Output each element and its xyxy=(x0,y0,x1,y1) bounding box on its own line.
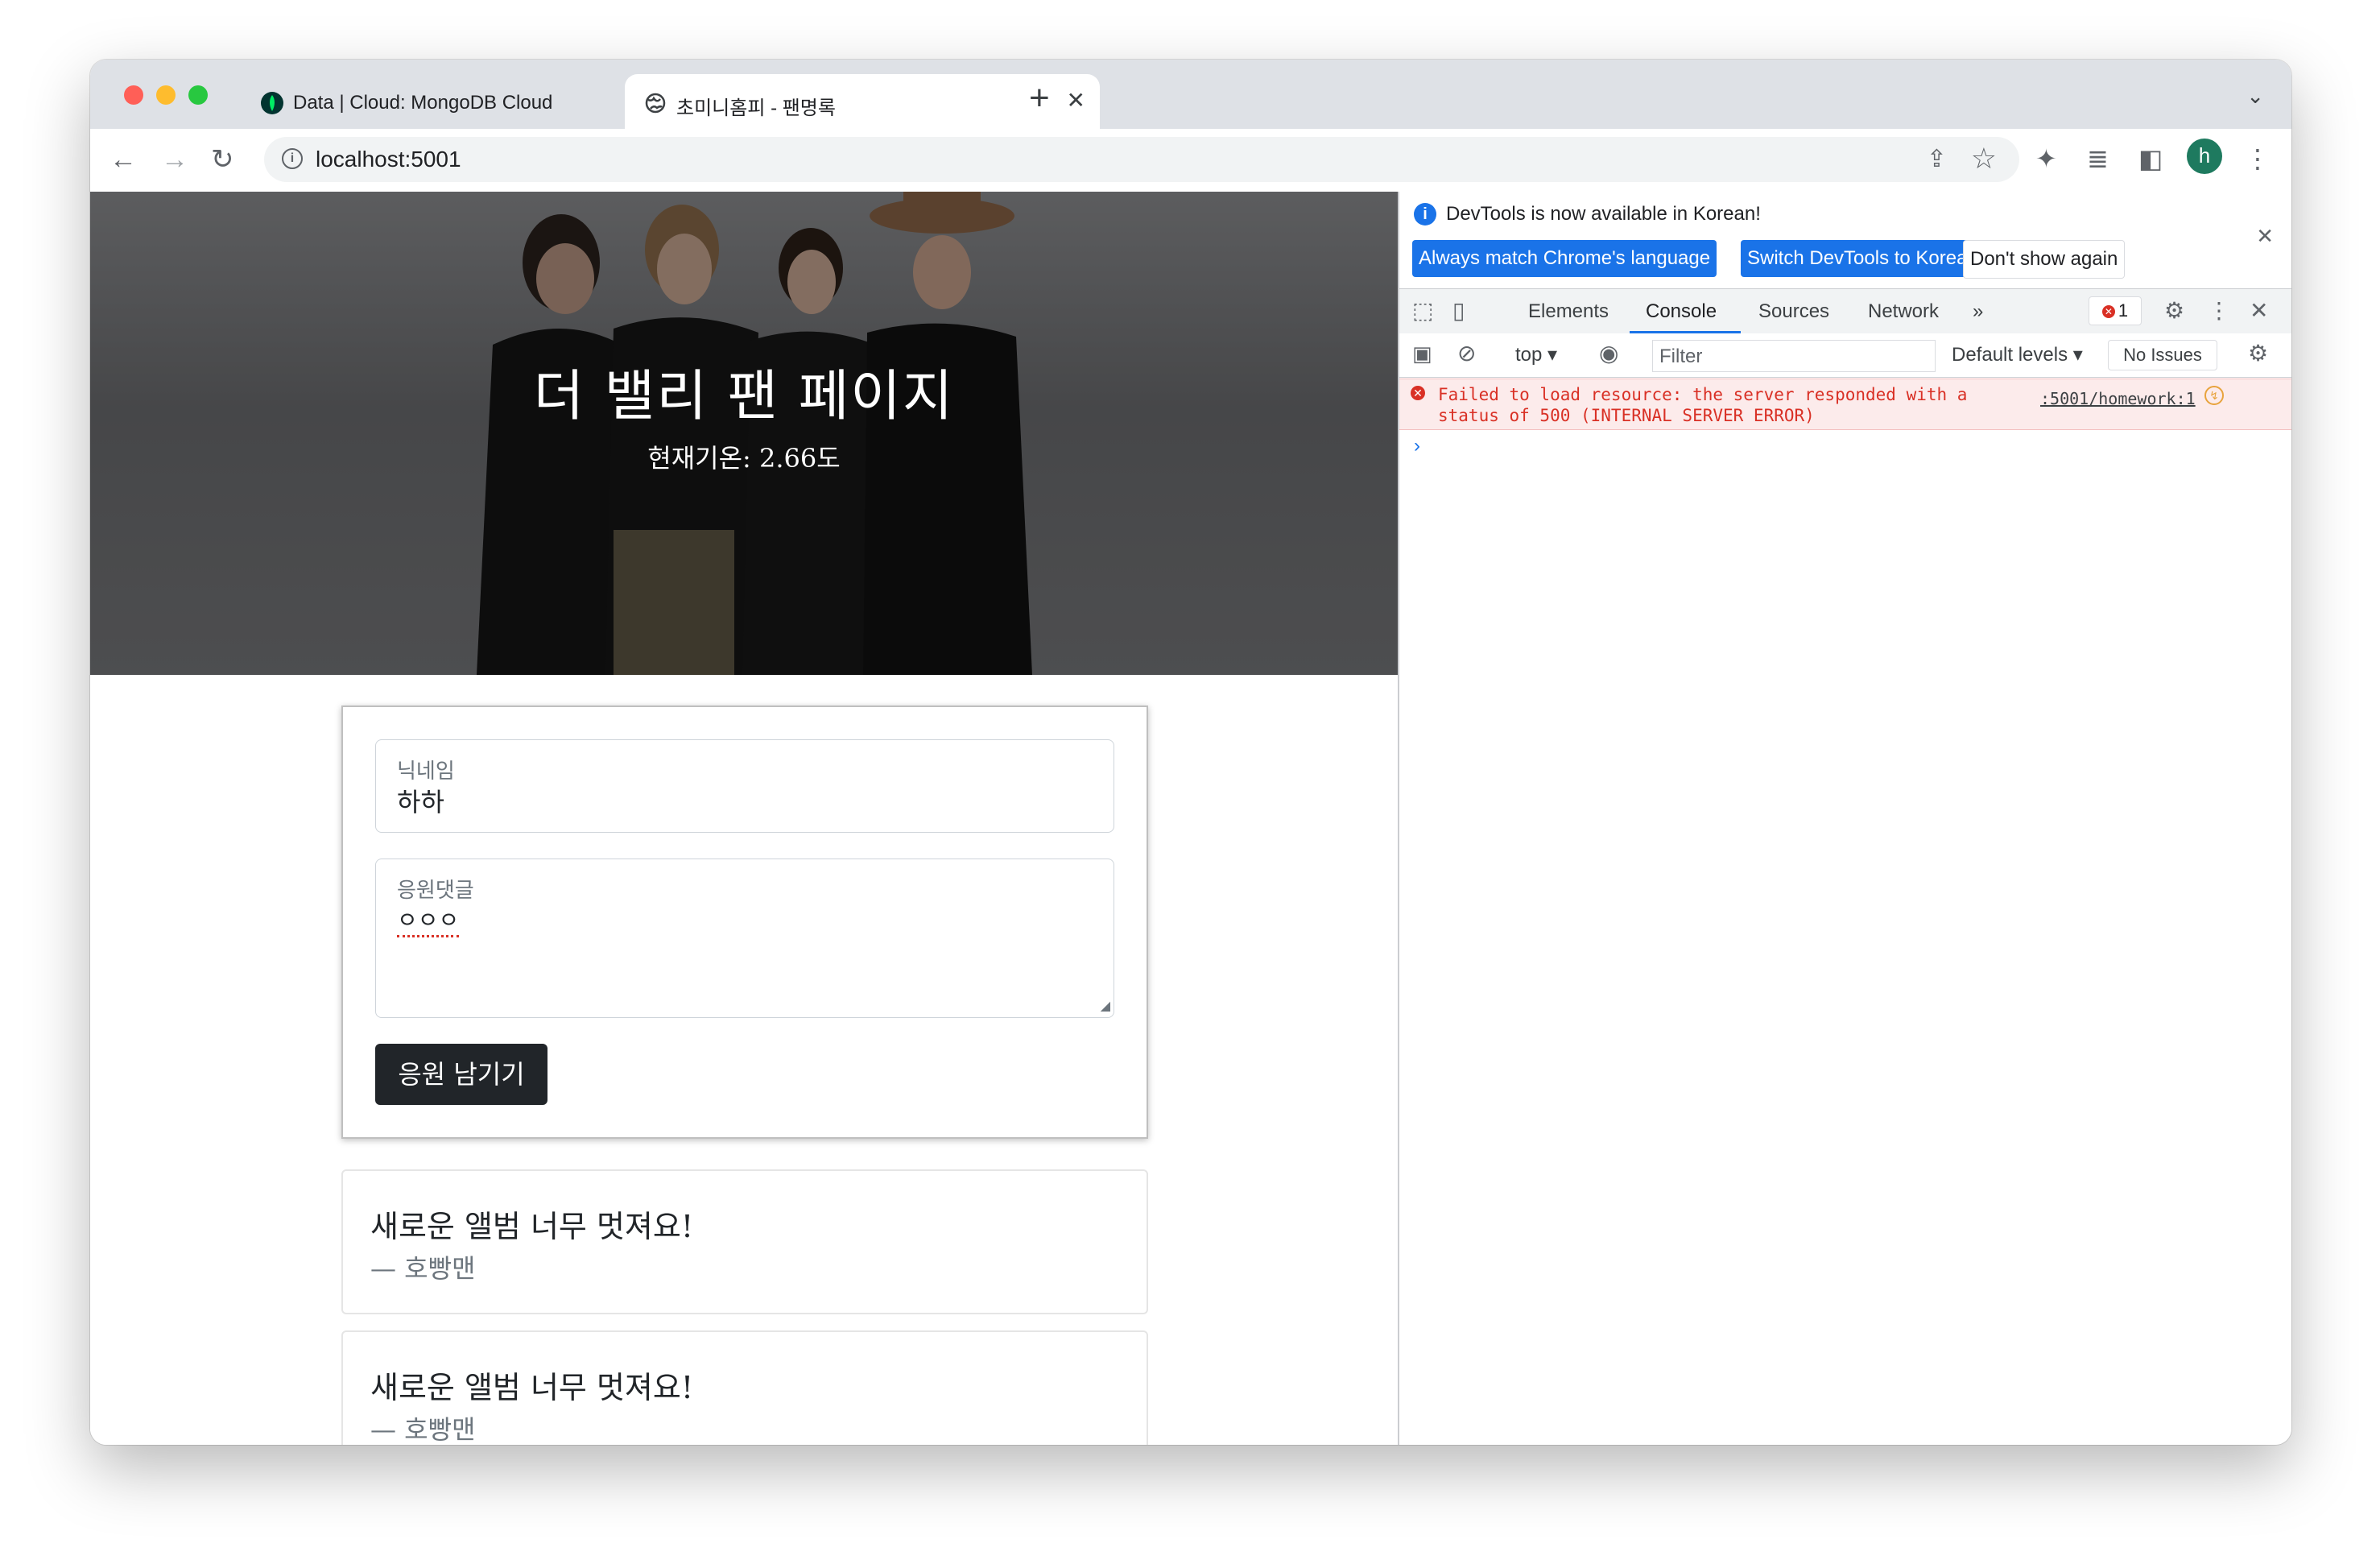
hero-banner: 더 밸리 팬 페이지 현재기온: 2.66도 xyxy=(90,192,1398,675)
share-icon[interactable]: ⇪ xyxy=(1927,145,1947,173)
devtools-menu-icon[interactable]: ⋮ xyxy=(2208,297,2230,324)
side-panel-icon[interactable]: ◧ xyxy=(2138,143,2163,174)
comment-text: 새로운 앨범 너무 멋져요! xyxy=(370,1209,694,1244)
close-tab-icon[interactable]: ✕ xyxy=(1067,87,1085,114)
browser-menu-icon[interactable]: ⋮ xyxy=(2245,143,2271,174)
comment-card: 새로운 앨범 너무 멋져요! — 호빵맨 xyxy=(341,1169,1148,1314)
network-request-icon[interactable]: ↯ xyxy=(2204,386,2224,405)
log-levels-dropdown[interactable]: Default levels ▾ xyxy=(1952,343,2083,366)
comment-label: 응원댓글 xyxy=(397,879,474,903)
sidebar-toggle-icon[interactable]: ▣ xyxy=(1412,341,1432,366)
close-window-button[interactable] xyxy=(124,85,143,105)
error-x-icon: ✕ xyxy=(2101,305,2115,319)
match-language-button[interactable]: Always match Chrome's language xyxy=(1412,240,1717,277)
inspect-element-icon[interactable]: ⬚ xyxy=(1412,297,1433,324)
forward-arrow-icon[interactable]: → xyxy=(161,143,188,176)
url-text[interactable]: localhost:5001 xyxy=(316,147,461,172)
media-queue-icon[interactable]: ≣ xyxy=(2087,143,2109,174)
comment-text: 새로운 앨범 너무 멋져요! xyxy=(370,1370,694,1405)
comment-author: — 호빵맨 xyxy=(370,1253,476,1284)
error-count-badge[interactable]: ✕ 1 xyxy=(2089,296,2142,325)
temperature-text: 현재기온: 2.66도 xyxy=(647,443,841,474)
console-filter-input[interactable]: Filter xyxy=(1652,340,1936,372)
live-expression-eye-icon[interactable]: ◉ xyxy=(1599,340,1618,366)
dont-show-again-button[interactable]: Don't show again xyxy=(1963,240,2126,279)
context-label: top xyxy=(1515,344,1543,366)
comment-author: — 호빵맨 xyxy=(370,1414,476,1445)
close-devtools-icon[interactable]: ✕ xyxy=(2250,297,2268,324)
back-arrow-icon[interactable]: ← xyxy=(109,143,137,176)
console-prompt-icon[interactable]: › xyxy=(1414,435,1420,457)
address-bar[interactable]: i localhost:5001 ⇪ ☆ xyxy=(264,137,2019,182)
devtools-tab-bar: ⬚ ▯ Elements Console Sources Network » ⚙… xyxy=(1399,288,2291,335)
minimize-window-button[interactable] xyxy=(156,85,176,105)
context-selector[interactable]: top ▾ xyxy=(1515,343,1557,366)
page-title: 더 밸리 팬 페이지 xyxy=(533,365,955,428)
tab-console[interactable]: Console xyxy=(1646,300,1717,323)
nickname-field[interactable]: 닉네임 하하 xyxy=(375,739,1114,833)
filter-placeholder: Filter xyxy=(1659,345,1703,367)
resize-handle-icon[interactable]: ◢ xyxy=(1101,998,1110,1014)
tab-title: Data | Cloud: MongoDB Cloud xyxy=(293,92,553,114)
browser-window: Data | Cloud: MongoDB Cloud ✕ 초미니홈피 - 팬명… xyxy=(90,60,2291,1445)
extensions-puzzle-icon[interactable]: ✦ xyxy=(2035,143,2057,174)
profile-avatar[interactable]: h xyxy=(2187,139,2222,174)
comment-card: 새로운 앨범 너무 멋져요! — 호빵맨 xyxy=(341,1330,1148,1445)
mongodb-leaf-icon xyxy=(261,92,283,114)
console-toolbar: ▣ ⊘ top ▾ ◉ Filter Default levels ▾ No I… xyxy=(1399,333,2291,378)
tab-title: 초미니홈피 - 팬명록 xyxy=(676,97,836,119)
device-toolbar-icon[interactable]: ▯ xyxy=(1452,297,1465,324)
tab-search-chevron-icon[interactable]: ⌄ xyxy=(2246,84,2264,109)
switch-korean-button[interactable]: Switch DevTools to Korean xyxy=(1741,240,1985,277)
settings-gear-icon[interactable]: ⚙ xyxy=(2164,297,2184,324)
submit-cheer-button[interactable]: 응원 남기기 xyxy=(375,1044,547,1105)
comment-form-card: 닉네임 하하 응원댓글 ㅇㅇㅇ ◢ 응원 남기기 xyxy=(341,705,1148,1139)
info-icon: i xyxy=(1414,203,1436,225)
console-error-row: ✕ Failed to load resource: the server re… xyxy=(1399,379,2291,430)
nickname-label: 닉네임 xyxy=(397,759,455,784)
site-info-icon[interactable]: i xyxy=(282,148,303,169)
nickname-value[interactable]: 하하 xyxy=(397,782,444,819)
bookmark-star-icon[interactable]: ☆ xyxy=(1971,142,1997,176)
comment-textarea[interactable]: 응원댓글 ㅇㅇㅇ ◢ xyxy=(375,859,1114,1018)
hero-overlay xyxy=(90,192,1398,675)
close-notice-icon[interactable]: ✕ xyxy=(2256,224,2274,249)
globe-icon xyxy=(644,92,667,114)
error-source-link[interactable]: :5001/homework:1 xyxy=(2040,389,2196,408)
comment-value[interactable]: ㅇㅇㅇ xyxy=(397,903,460,937)
error-message: Failed to load resource: the server resp… xyxy=(1438,385,1968,425)
console-settings-gear-icon[interactable]: ⚙ xyxy=(2248,340,2268,366)
tab-network[interactable]: Network xyxy=(1868,300,1939,323)
tab-elements[interactable]: Elements xyxy=(1528,300,1609,323)
error-icon: ✕ xyxy=(1411,386,1425,400)
devtools-notice: DevTools is now available in Korean! xyxy=(1446,203,1761,225)
log-levels-label: Default levels xyxy=(1952,344,2068,366)
reload-icon[interactable]: ↻ xyxy=(211,143,234,176)
web-page: 더 밸리 팬 페이지 현재기온: 2.66도 닉네임 하하 응원댓글 ㅇㅇㅇ ◢… xyxy=(90,192,1398,1445)
new-tab-icon[interactable]: + xyxy=(1029,81,1050,116)
issues-button[interactable]: No Issues xyxy=(2108,340,2217,370)
error-count: 1 xyxy=(2118,300,2129,321)
devtools-panel: i DevTools is now available in Korean! A… xyxy=(1398,192,2291,1445)
maximize-window-button[interactable] xyxy=(188,85,208,105)
tab-strip: Data | Cloud: MongoDB Cloud ✕ 초미니홈피 - 팬명… xyxy=(90,60,2291,129)
tab-sources[interactable]: Sources xyxy=(1758,300,1829,323)
browser-toolbar: ← → ↻ i localhost:5001 ⇪ ☆ ✦ ≣ ◧ h ⋮ xyxy=(90,129,2291,192)
clear-console-icon[interactable]: ⊘ xyxy=(1457,340,1476,366)
more-tabs-icon[interactable]: » xyxy=(1973,300,1983,323)
